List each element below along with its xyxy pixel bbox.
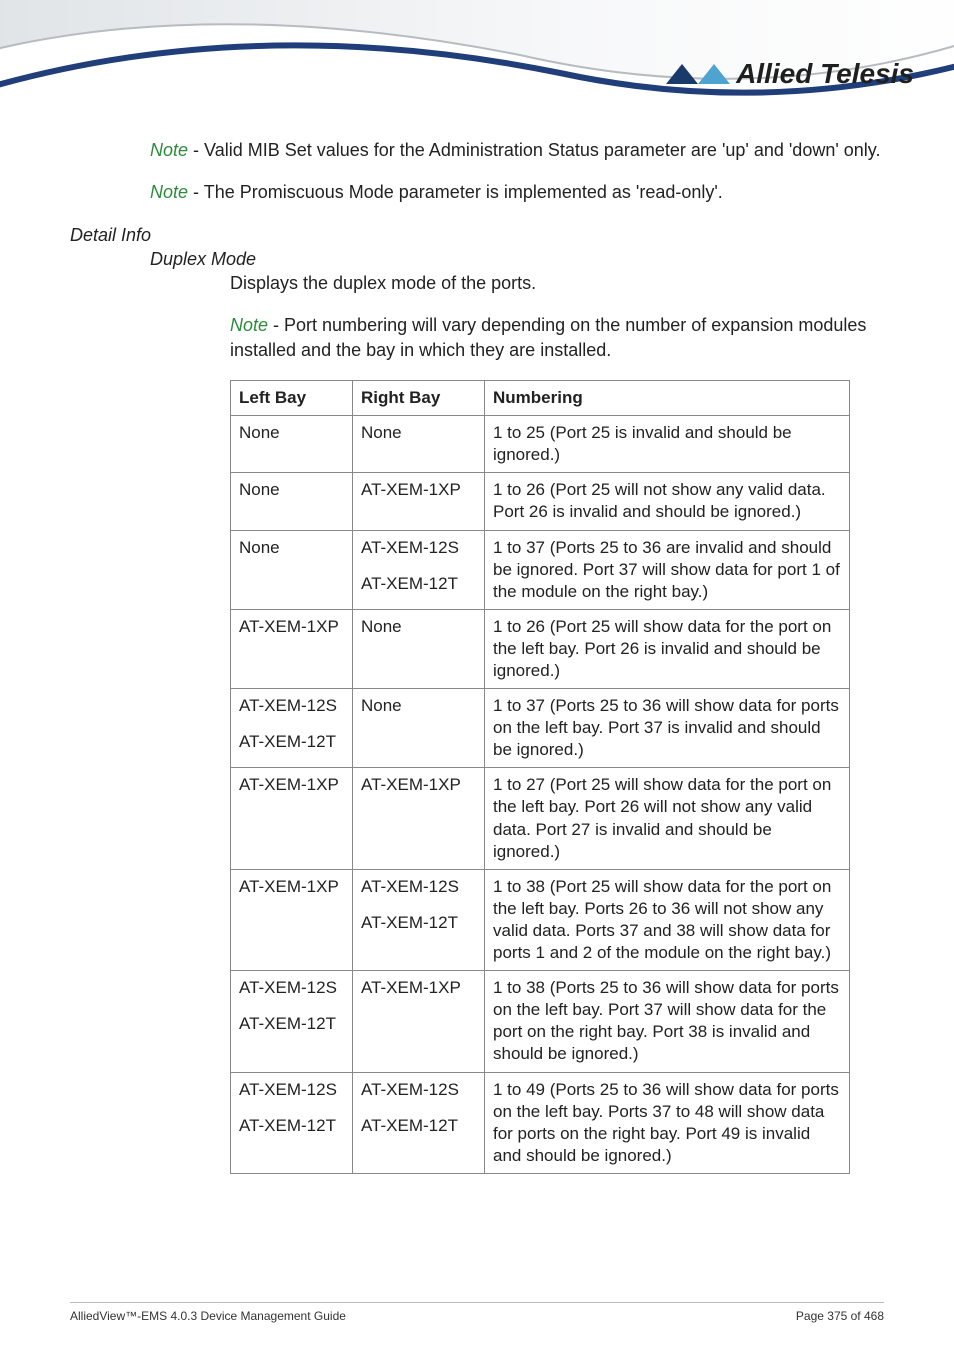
table-row: AT-XEM-12SAT-XEM-12TNone1 to 37 (Ports 2… (231, 689, 850, 768)
cell-left-bay: AT-XEM-12SAT-XEM-12T (231, 1072, 353, 1173)
section-detail-info: Detail Info (70, 223, 884, 247)
port-numbering-table: Left Bay Right Bay Numbering NoneNone1 t… (230, 380, 850, 1174)
footer-left: AlliedView™-EMS 4.0.3 Device Management … (70, 1309, 346, 1323)
note-label: Note (150, 182, 188, 202)
cell-left-bay: None (231, 416, 353, 473)
note-paragraph: Note - The Promiscuous Mode parameter is… (150, 180, 884, 204)
table-row: AT-XEM-1XPAT-XEM-1XP1 to 27 (Port 25 wil… (231, 768, 850, 869)
triangle-icon (666, 64, 698, 84)
cell-numbering: 1 to 27 (Port 25 will show data for the … (485, 768, 850, 869)
table-header-numbering: Numbering (485, 381, 850, 416)
table-row: AT-XEM-1XPAT-XEM-12SAT-XEM-12T1 to 38 (P… (231, 869, 850, 970)
cell-left-bay: AT-XEM-12SAT-XEM-12T (231, 689, 353, 768)
footer-right: Page 375 of 468 (796, 1309, 884, 1323)
cell-right-bay: AT-XEM-12SAT-XEM-12T (353, 1072, 485, 1173)
note-label: Note (230, 315, 268, 335)
cell-numbering: 1 to 37 (Ports 25 to 36 are invalid and … (485, 530, 850, 609)
note-paragraph: Note - Valid MIB Set values for the Admi… (150, 138, 884, 162)
cell-numbering: 1 to 38 (Ports 25 to 36 will show data f… (485, 971, 850, 1072)
cell-right-bay: None (353, 416, 485, 473)
note-label: Note (150, 140, 188, 160)
duplex-description: Displays the duplex mode of the ports. (230, 271, 884, 295)
cell-left-bay: AT-XEM-1XP (231, 768, 353, 869)
cell-right-bay: AT-XEM-1XP (353, 473, 485, 530)
cell-numbering: 1 to 38 (Port 25 will show data for the … (485, 869, 850, 970)
table-row: AT-XEM-1XPNone1 to 26 (Port 25 will show… (231, 609, 850, 688)
table-row: NoneNone1 to 25 (Port 25 is invalid and … (231, 416, 850, 473)
cell-left-bay: AT-XEM-1XP (231, 869, 353, 970)
cell-left-bay: None (231, 473, 353, 530)
cell-numbering: 1 to 26 (Port 25 will show data for the … (485, 609, 850, 688)
note-body: - Port numbering will vary depending on … (230, 315, 866, 359)
section-duplex-mode: Duplex Mode (150, 247, 884, 271)
table-header-right: Right Bay (353, 381, 485, 416)
cell-left-bay: None (231, 530, 353, 609)
cell-right-bay: None (353, 609, 485, 688)
note-paragraph: Note - Port numbering will vary dependin… (230, 313, 884, 362)
cell-right-bay: AT-XEM-12SAT-XEM-12T (353, 869, 485, 970)
cell-left-bay: AT-XEM-12SAT-XEM-12T (231, 971, 353, 1072)
table-row: AT-XEM-12SAT-XEM-12TAT-XEM-12SAT-XEM-12T… (231, 1072, 850, 1173)
cell-right-bay: AT-XEM-12SAT-XEM-12T (353, 530, 485, 609)
cell-right-bay: AT-XEM-1XP (353, 971, 485, 1072)
note-body: - Valid MIB Set values for the Administr… (188, 140, 880, 160)
page-footer: AlliedView™-EMS 4.0.3 Device Management … (70, 1302, 884, 1323)
table-row: NoneAT-XEM-12SAT-XEM-12T1 to 37 (Ports 2… (231, 530, 850, 609)
note-body: - The Promiscuous Mode parameter is impl… (188, 182, 723, 202)
cell-numbering: 1 to 37 (Ports 25 to 36 will show data f… (485, 689, 850, 768)
cell-right-bay: AT-XEM-1XP (353, 768, 485, 869)
brand-logo: Allied Telesis (666, 58, 914, 90)
cell-numbering: 1 to 25 (Port 25 is invalid and should b… (485, 416, 850, 473)
table-row: AT-XEM-12SAT-XEM-12TAT-XEM-1XP1 to 38 (P… (231, 971, 850, 1072)
brand-text: Allied Telesis (736, 58, 914, 90)
cell-numbering: 1 to 49 (Ports 25 to 36 will show data f… (485, 1072, 850, 1173)
cell-right-bay: None (353, 689, 485, 768)
header-banner: Allied Telesis (0, 0, 954, 130)
cell-numbering: 1 to 26 (Port 25 will not show any valid… (485, 473, 850, 530)
cell-left-bay: AT-XEM-1XP (231, 609, 353, 688)
triangle-icon (698, 64, 730, 84)
table-header-left: Left Bay (231, 381, 353, 416)
table-row: NoneAT-XEM-1XP1 to 26 (Port 25 will not … (231, 473, 850, 530)
